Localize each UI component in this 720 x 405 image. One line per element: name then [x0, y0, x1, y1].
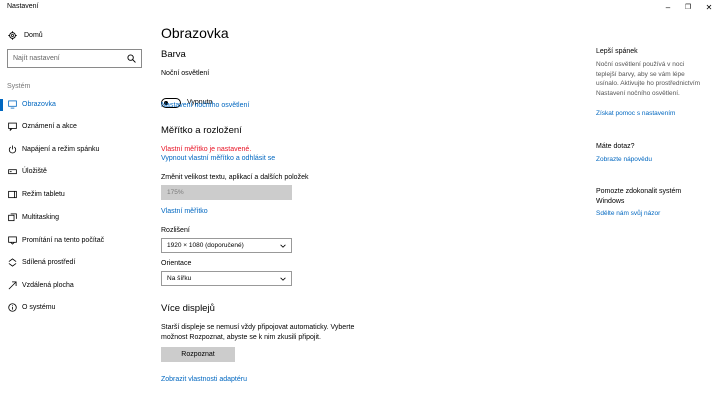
sidebar-item-shared-experiences[interactable]: Sdílená prostředí: [0, 256, 148, 270]
tablet-icon: [8, 190, 17, 199]
title-bar: Nastavení – ❐ ✕: [0, 0, 720, 16]
better-sleep-text: Noční osvětlení používá v noci teplejší …: [596, 61, 701, 97]
resolution-value: 1920 × 1080 (doporučené): [167, 242, 244, 249]
shared-experiences-icon: [8, 258, 17, 267]
maximize-button[interactable]: ❐: [682, 2, 694, 13]
sidebar-item-label: Promítání na tento počítač: [22, 237, 105, 244]
custom-scale-warning: Vlastní měřítko je nastavené.: [161, 146, 252, 153]
text-size-value: 175%: [167, 189, 184, 196]
chevron-down-icon: [280, 244, 286, 248]
improve-windows-heading: Pomozte zdokonalit systém Windows: [596, 188, 682, 205]
scale-heading: Měřítko a rozložení: [161, 125, 242, 136]
orientation-dropdown[interactable]: Na šířku: [161, 271, 292, 286]
sidebar-item-label: Obrazovka: [22, 101, 56, 108]
multi-display-description-line1: Starší displeje se nemusí vždy připojova…: [161, 324, 355, 331]
sidebar: Domů Najít nastavení Systém Obrazovka Oz…: [0, 16, 148, 405]
multi-display-heading: Více displejů: [161, 303, 215, 314]
sidebar-item-label: Oznámení a akce: [22, 123, 77, 130]
sidebar-item-remote-desktop[interactable]: Vzdálená plocha: [0, 279, 148, 293]
main-content: Obrazovka Barva Noční osvětlení Vypnuto …: [161, 16, 581, 405]
sidebar-item-about[interactable]: O systému: [0, 301, 148, 315]
storage-icon: [8, 169, 17, 175]
turn-off-custom-scale-link[interactable]: Vypnout vlastní měřítko a odhlásit se: [161, 155, 275, 162]
power-icon: [8, 145, 17, 154]
resolution-dropdown[interactable]: 1920 × 1080 (doporučené): [161, 238, 292, 253]
info-icon: [8, 303, 17, 312]
orientation-label: Orientace: [161, 260, 192, 267]
sidebar-item-label: O systému: [22, 304, 56, 311]
window-title: Nastavení: [7, 3, 39, 10]
resolution-label: Rozlišení: [161, 227, 190, 234]
sidebar-item-label: Sdílená prostředí: [22, 259, 76, 266]
sidebar-item-label: Režim tabletu: [22, 191, 65, 198]
sidebar-item-label: Úložiště: [22, 168, 47, 175]
page-title: Obrazovka: [161, 25, 229, 41]
detect-button[interactable]: Rozpoznat: [161, 347, 235, 362]
sidebar-item-power[interactable]: Napájení a režim spánku: [0, 143, 148, 157]
night-light-settings-link[interactable]: Nastavení nočního osvětlení: [161, 102, 249, 109]
sidebar-item-label: Vzdálená plocha: [22, 282, 74, 289]
home-link[interactable]: Domů: [8, 29, 43, 41]
help-link[interactable]: Zobrazte nápovědu: [596, 156, 652, 163]
close-button[interactable]: ✕: [703, 2, 715, 13]
home-label: Domů: [24, 31, 43, 39]
question-heading: Máte dotaz?: [596, 143, 635, 150]
multi-display-description-line2: možnost Rozpoznat, abyste se k nim zkusi…: [161, 334, 321, 341]
sidebar-item-notifications[interactable]: Oznámení a akce: [0, 120, 148, 134]
better-sleep-heading: Lepší spánek: [596, 48, 638, 55]
monitor-icon: [8, 100, 17, 109]
chevron-down-icon: [280, 277, 286, 281]
section-label-system: Systém: [7, 83, 31, 90]
feedback-link[interactable]: Sdělte nám svůj názor: [596, 210, 660, 217]
gear-icon: [8, 30, 17, 40]
color-heading: Barva: [161, 49, 186, 60]
search-input[interactable]: Najít nastavení: [7, 49, 142, 68]
sidebar-item-storage[interactable]: Úložiště: [0, 165, 148, 179]
text-size-label: Změnit velikost textu, aplikací a dalšíc…: [161, 174, 309, 181]
projection-icon: [8, 236, 17, 245]
night-light-label: Noční osvětlení: [161, 70, 210, 77]
multitasking-icon: [8, 213, 17, 222]
sidebar-item-display[interactable]: Obrazovka: [0, 98, 148, 112]
sidebar-item-label: Multitasking: [22, 214, 59, 221]
orientation-value: Na šířku: [167, 275, 192, 282]
notification-icon: [8, 122, 17, 131]
related-panel: Lepší spánek Noční osvětlení používá v n…: [596, 16, 716, 405]
remote-desktop-icon: [8, 281, 17, 290]
sidebar-item-projection[interactable]: Promítání na tento počítač: [0, 234, 148, 248]
text-size-dropdown: 175%: [161, 185, 292, 200]
sidebar-item-multitasking[interactable]: Multitasking: [0, 211, 148, 225]
search-icon[interactable]: [127, 54, 136, 63]
custom-scale-link[interactable]: Vlastní měřítko: [161, 208, 208, 215]
setup-help-link[interactable]: Získat pomoc s nastavením: [596, 110, 675, 117]
adapter-properties-link[interactable]: Zobrazit vlastnosti adaptéru: [161, 376, 247, 383]
minimize-button[interactable]: –: [662, 2, 674, 13]
sidebar-item-label: Napájení a režim spánku: [22, 146, 100, 153]
search-placeholder: Najít nastavení: [13, 55, 60, 62]
sidebar-item-tablet[interactable]: Režim tabletu: [0, 188, 148, 202]
active-indicator: [0, 99, 3, 111]
